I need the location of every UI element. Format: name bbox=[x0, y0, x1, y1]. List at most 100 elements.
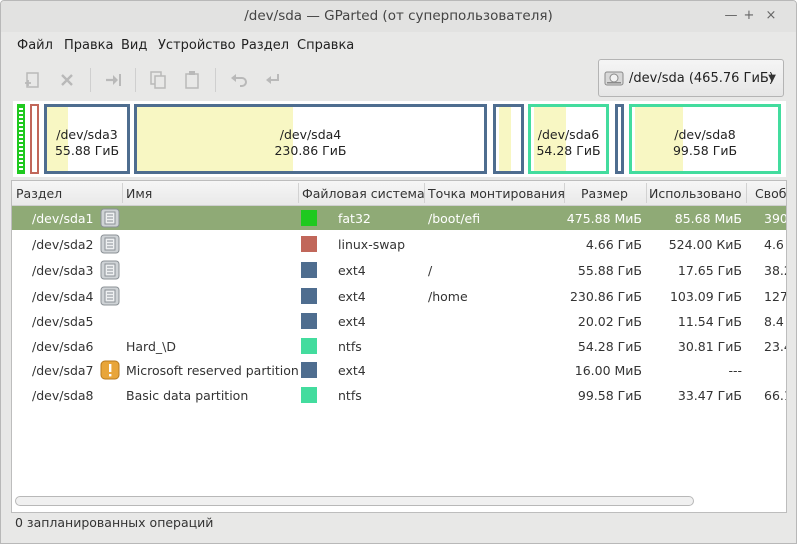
hard-disk-icon bbox=[100, 260, 120, 280]
map-label: /dev/sda3 55.88 ГиБ bbox=[54, 127, 120, 158]
close-button[interactable]: × bbox=[764, 9, 778, 23]
gparted-window: /dev/sda — GParted (от суперпользователя… bbox=[0, 0, 797, 544]
partition-name: Hard_\D bbox=[126, 339, 176, 354]
free-space: 38.2 bbox=[764, 263, 786, 278]
partition-path: /dev/sda6 bbox=[32, 339, 94, 354]
horizontal-scrollbar[interactable] bbox=[15, 496, 694, 506]
partition-path: /dev/sda5 bbox=[32, 314, 94, 329]
menu-edit[interactable]: Правка bbox=[64, 38, 113, 53]
used-space: 30.81 ГиБ bbox=[677, 339, 742, 354]
partition-size: 230.86 ГиБ bbox=[569, 289, 642, 304]
filesystem-type: linux-swap bbox=[338, 237, 406, 252]
partition-path: /dev/sda4 bbox=[32, 289, 94, 304]
free-space: 8.4 bbox=[764, 314, 784, 329]
table-row[interactable]: /dev/sda2 linux-swap 4.66 ГиБ 524.00 КиБ 4.6 bbox=[12, 232, 786, 256]
filesystem-type: ntfs bbox=[338, 388, 362, 403]
table-row[interactable]: /dev/sda6 Hard_\D ntfs 54.28 ГиБ 30.81 ГиБ 23… bbox=[12, 334, 786, 358]
menu-device[interactable]: Устройство bbox=[158, 38, 236, 53]
copy-icon[interactable] bbox=[147, 69, 169, 91]
map-partition-sda1[interactable] bbox=[17, 104, 25, 174]
used-space: 11.54 ГиБ bbox=[677, 314, 742, 329]
hard-disk-icon bbox=[100, 234, 120, 254]
table-row[interactable]: /dev/sda3 ext4 / 55.88 ГиБ 17.65 ГиБ 38.2 bbox=[12, 258, 786, 282]
table-row[interactable]: /dev/sda1 fat32/boot/efi 475.88 МиБ 85.68 М… bbox=[12, 206, 786, 230]
map-partition-sda8[interactable]: /dev/sda8 99.58 ГиБ bbox=[629, 104, 781, 174]
used-space: 33.47 ГиБ bbox=[677, 388, 742, 403]
paste-icon[interactable] bbox=[181, 69, 203, 91]
delete-icon[interactable] bbox=[56, 69, 78, 91]
header-size[interactable]: Размер bbox=[581, 186, 628, 201]
map-partition-sda3[interactable]: /dev/sda3 55.88 ГиБ bbox=[44, 104, 130, 174]
apply-icon[interactable] bbox=[262, 69, 284, 91]
device-selector-label: /dev/sda (465.76 ГиБ) bbox=[629, 71, 774, 86]
map-partition-sda4[interactable]: /dev/sda4 230.86 ГиБ bbox=[134, 104, 487, 174]
partition-path: /dev/sda2 bbox=[32, 237, 94, 252]
header-filesystem[interactable]: Файловая система bbox=[302, 186, 425, 201]
filesystem-color-swatch bbox=[301, 362, 317, 378]
minimize-button[interactable]: — bbox=[724, 9, 738, 23]
warning-icon bbox=[100, 360, 120, 380]
map-partition-sda5[interactable] bbox=[493, 104, 524, 174]
menu-view[interactable]: Вид bbox=[121, 38, 147, 53]
hard-disk-icon bbox=[604, 71, 624, 86]
table-row[interactable]: /dev/sda4 ext4/home 230.86 ГиБ 103.09 ГиБ 12… bbox=[12, 284, 786, 308]
used-space: 17.65 ГиБ bbox=[677, 263, 742, 278]
used-space: 103.09 ГиБ bbox=[669, 289, 742, 304]
hard-disk-icon bbox=[100, 208, 120, 228]
table-row[interactable]: /dev/sda5 ext4 20.02 ГиБ 11.54 ГиБ 8.4 bbox=[12, 309, 786, 333]
toolbar-separator bbox=[90, 68, 91, 92]
status-bar: 0 запланированных операций bbox=[15, 515, 214, 530]
header-name[interactable]: Имя bbox=[126, 186, 152, 201]
free-space: 4.6 bbox=[764, 237, 784, 252]
title-bar: /dev/sda — GParted (от суперпользователя… bbox=[1, 1, 796, 32]
menu-partition[interactable]: Раздел bbox=[241, 38, 289, 53]
filesystem-type: fat32 bbox=[338, 211, 371, 226]
new-icon[interactable] bbox=[22, 69, 44, 91]
partition-size: 99.58 ГиБ bbox=[577, 388, 642, 403]
map-label: /dev/sda4 230.86 ГиБ bbox=[274, 127, 347, 158]
partition-path: /dev/sda7 bbox=[32, 363, 94, 378]
window-title: /dev/sda — GParted (от суперпользователя… bbox=[244, 8, 553, 24]
usage-fill bbox=[499, 107, 511, 171]
used-space: --- bbox=[728, 363, 742, 378]
hard-disk-icon bbox=[100, 286, 120, 306]
free-space: 390.2 bbox=[764, 211, 786, 226]
partition-table: Раздел Имя Файловая система Точка монтир… bbox=[11, 180, 787, 513]
header-free[interactable]: Свобо bbox=[755, 186, 786, 201]
filesystem-color-swatch bbox=[301, 338, 317, 354]
partition-size: 55.88 ГиБ bbox=[577, 263, 642, 278]
filesystem-type: ntfs bbox=[338, 339, 362, 354]
header-partition[interactable]: Раздел bbox=[16, 186, 62, 201]
partition-size: 54.28 ГиБ bbox=[577, 339, 642, 354]
partition-path: /dev/sda8 bbox=[32, 388, 94, 403]
filesystem-color-swatch bbox=[301, 210, 317, 226]
free-space: 127.7 bbox=[764, 289, 786, 304]
header-used[interactable]: Использовано bbox=[649, 186, 742, 201]
table-row[interactable]: /dev/sda7 Microsoft reserved partition ext… bbox=[12, 358, 786, 382]
resize-move-icon[interactable] bbox=[102, 69, 124, 91]
menu-help[interactable]: Справка bbox=[297, 38, 354, 53]
header-mountpoint[interactable]: Точка монтирования bbox=[428, 186, 565, 201]
partition-name: Basic data partition bbox=[126, 388, 249, 403]
used-space: 85.68 МиБ bbox=[674, 211, 742, 226]
table-row[interactable]: /dev/sda8 Basic data partition ntfs 99.58 Г… bbox=[12, 383, 786, 407]
used-space: 524.00 КиБ bbox=[668, 237, 742, 252]
partition-size: 4.66 ГиБ bbox=[585, 237, 642, 252]
map-partition-sda2[interactable] bbox=[30, 104, 39, 174]
partition-path: /dev/sda1 bbox=[32, 211, 94, 226]
map-label: /dev/sda6 54.28 ГиБ bbox=[536, 127, 601, 158]
undo-icon[interactable] bbox=[228, 69, 250, 91]
free-space: 23.4 bbox=[764, 339, 786, 354]
partition-size: 16.00 МиБ bbox=[574, 363, 642, 378]
filesystem-color-swatch bbox=[301, 262, 317, 278]
mount-point: / bbox=[428, 263, 433, 278]
map-partition-sda7[interactable] bbox=[615, 104, 624, 174]
device-selector[interactable]: /dev/sda (465.76 ГиБ) ▼ bbox=[598, 59, 784, 97]
maximize-button[interactable]: + bbox=[742, 9, 756, 23]
map-partition-sda6[interactable]: /dev/sda6 54.28 ГиБ bbox=[528, 104, 609, 174]
partition-size: 20.02 ГиБ bbox=[577, 314, 642, 329]
menu-file[interactable]: Файл bbox=[17, 38, 53, 53]
map-label: /dev/sda8 99.58 ГиБ bbox=[672, 127, 738, 158]
mount-point: /boot/efi bbox=[428, 211, 481, 226]
toolbar-separator bbox=[215, 68, 216, 92]
